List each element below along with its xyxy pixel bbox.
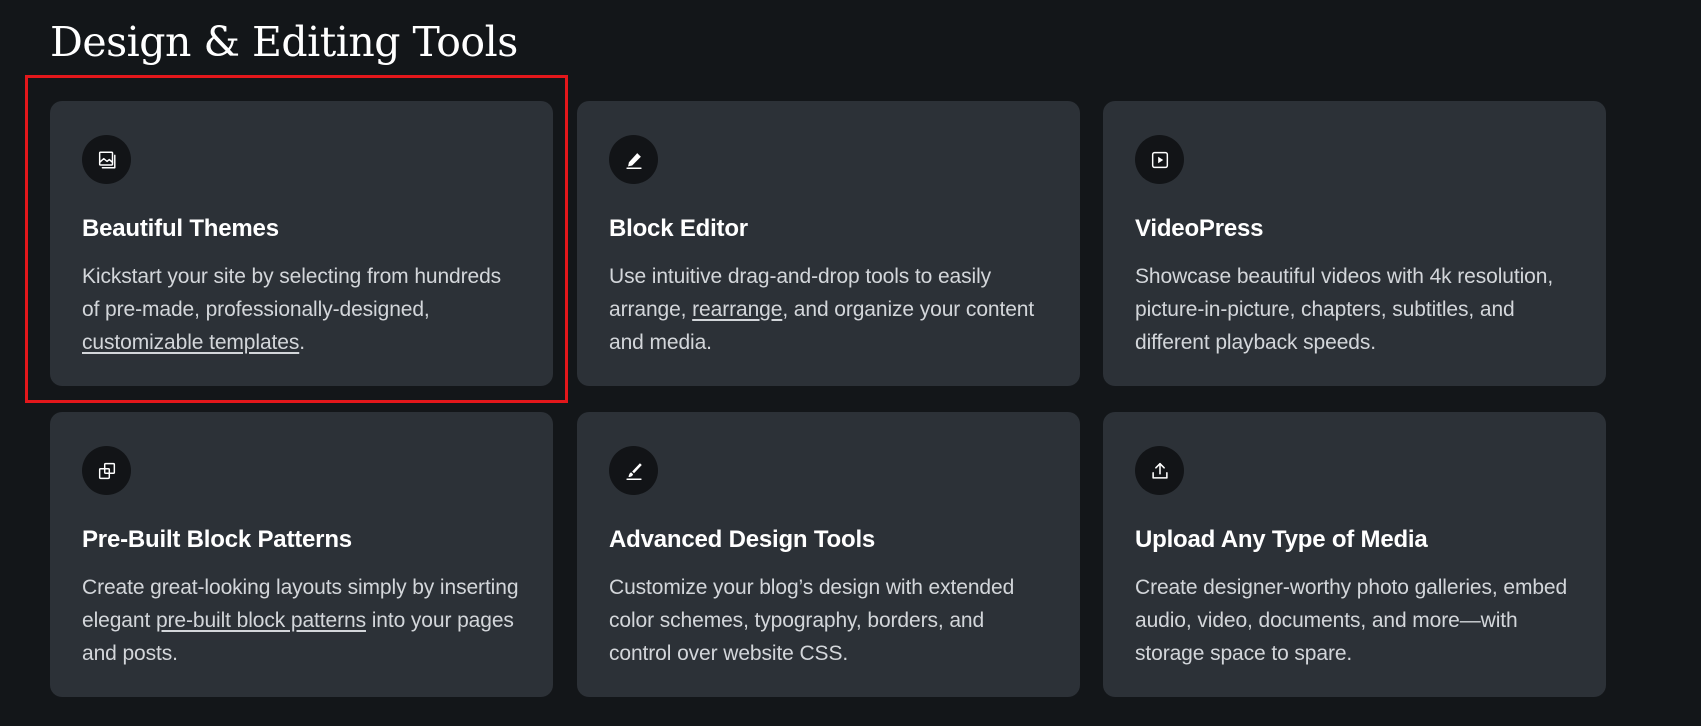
card-title: Upload Any Type of Media: [1135, 526, 1428, 553]
card-description: Create designer-worthy photo galleries, …: [1135, 576, 1568, 665]
feature-card-block-patterns: Pre-Built Block Patterns Create great-lo…: [50, 412, 553, 697]
card-title: VideoPress: [1135, 215, 1264, 242]
card-title: Beautiful Themes: [82, 215, 279, 242]
card-description: Customize your blog’s design with extend…: [609, 576, 1015, 665]
card-description: Create great-looking layouts simply by i…: [82, 576, 519, 665]
card-description: Use intuitive drag-and-drop tools to eas…: [609, 265, 1035, 354]
feature-card-videopress: VideoPress Showcase beautiful videos wit…: [1103, 101, 1606, 386]
feature-card-block-editor: Block Editor Use intuitive drag-and-drop…: [577, 101, 1080, 386]
card-description: Showcase beautiful videos with 4k resolu…: [1135, 265, 1554, 354]
customizable-templates-link[interactable]: customizable templates: [82, 331, 299, 354]
video-play-icon: [1135, 135, 1184, 184]
card-title: Pre-Built Block Patterns: [82, 526, 352, 553]
card-description: Kickstart your site by selecting from hu…: [82, 265, 502, 354]
feature-card-upload-media: Upload Any Type of Media Create designer…: [1103, 412, 1606, 697]
card-title: Advanced Design Tools: [609, 526, 876, 553]
brush-icon: [609, 446, 658, 495]
feature-card-advanced-design-tools: Advanced Design Tools Customize your blo…: [577, 412, 1080, 697]
upload-icon: [1135, 446, 1184, 495]
themes-image-icon: [82, 135, 131, 184]
feature-card-beautiful-themes: Beautiful Themes Kickstart your site by …: [50, 101, 553, 386]
rearrange-link[interactable]: rearrange: [692, 298, 782, 321]
pencil-icon: [609, 135, 658, 184]
block-patterns-icon: [82, 446, 131, 495]
card-title: Block Editor: [609, 215, 748, 242]
pre-built-block-patterns-link[interactable]: pre-built block patterns: [156, 609, 366, 632]
section-title: Design & Editing Tools: [50, 18, 518, 66]
